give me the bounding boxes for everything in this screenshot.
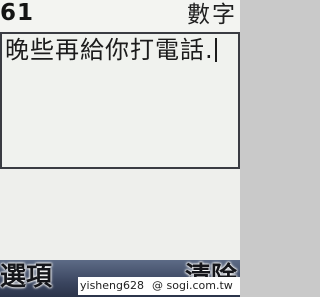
phone-screen: 61 數字 晚些再給你打電話. 選項 清除 yisheng628@ sogi.c…: [0, 0, 240, 297]
watermark-user: yisheng628: [80, 279, 144, 292]
options-softkey[interactable]: 選項: [0, 260, 52, 294]
status-bar: 61 數字: [0, 0, 240, 32]
message-editor[interactable]: 晚些再給你打電話.: [0, 32, 240, 169]
watermark-banner: yisheng628 @ sogi.com.tw: [78, 277, 240, 295]
empty-area: [0, 169, 240, 260]
message-text: 晚些再給你打電話.: [5, 36, 214, 64]
message-text-field[interactable]: 晚些再給你打電話.: [5, 35, 231, 65]
text-cursor: [214, 38, 217, 62]
remaining-char-count: 61: [0, 0, 35, 26]
input-mode-indicator[interactable]: 數字: [187, 0, 237, 30]
watermark-site: @ sogi.com.tw: [152, 279, 233, 292]
